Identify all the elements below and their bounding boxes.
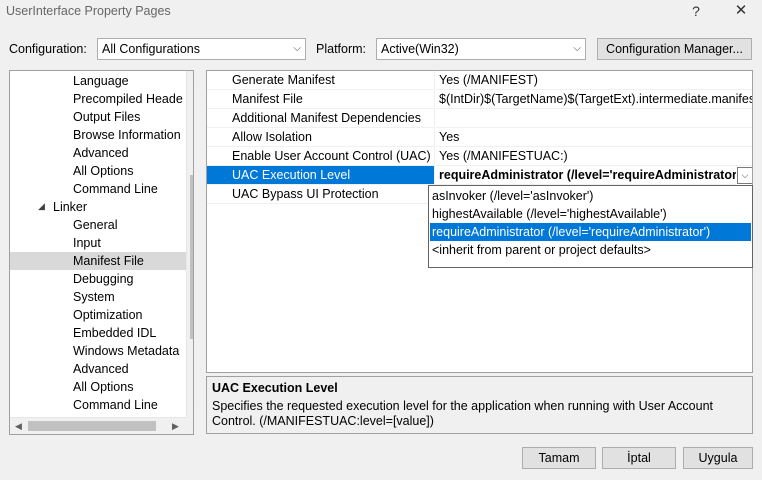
scroll-corner bbox=[186, 417, 193, 434]
configuration-manager-button[interactable]: Configuration Manager... bbox=[597, 38, 752, 60]
property-row[interactable]: Generate Manifest Yes (/MANIFEST) bbox=[207, 71, 752, 90]
tree-item[interactable]: All Options bbox=[73, 378, 133, 396]
property-name: Additional Manifest Dependencies bbox=[207, 109, 435, 128]
tree-item[interactable]: Precompiled Heade bbox=[73, 90, 183, 108]
property-row[interactable]: Allow Isolation Yes bbox=[207, 128, 752, 147]
tree-item[interactable]: System bbox=[73, 288, 115, 306]
property-name: Allow Isolation bbox=[207, 128, 435, 147]
title-bar: UserInterface Property Pages ? ✕ bbox=[0, 0, 762, 26]
expand-triangle-icon[interactable]: ◢ bbox=[38, 201, 45, 212]
property-row[interactable]: Manifest File $(IntDir)$(TargetName)$(Ta… bbox=[207, 90, 752, 109]
property-value[interactable] bbox=[436, 109, 752, 128]
description-title: UAC Execution Level bbox=[212, 381, 338, 395]
tree-item[interactable]: Input bbox=[73, 234, 101, 252]
tree-horizontal-scrollbar[interactable]: ◀ ▶ bbox=[10, 417, 186, 434]
platform-combo[interactable]: Active(Win32) ⌵ bbox=[376, 38, 586, 60]
configuration-label: Configuration: bbox=[9, 42, 87, 56]
property-value[interactable]: $(IntDir)$(TargetName)$(TargetExt).inter… bbox=[436, 90, 752, 109]
property-name: Enable User Account Control (UAC) bbox=[207, 147, 435, 166]
uac-level-dropdown[interactable]: asInvoker (/level='asInvoker') highestAv… bbox=[428, 185, 753, 268]
tree-scroll-thumb[interactable] bbox=[190, 175, 193, 339]
scroll-right-icon[interactable]: ▶ bbox=[167, 421, 184, 432]
property-value[interactable]: Yes bbox=[436, 128, 752, 147]
platform-value: Active(Win32) bbox=[381, 42, 459, 56]
tree-item[interactable]: Debugging bbox=[73, 270, 133, 288]
property-row-selected[interactable]: UAC Execution Level requireAdministrator… bbox=[207, 166, 752, 185]
tree-item[interactable]: Optimization bbox=[73, 306, 142, 324]
configuration-combo[interactable]: All Configurations ⌵ bbox=[97, 38, 306, 60]
dropdown-option-selected[interactable]: requireAdministrator (/level='requireAdm… bbox=[430, 223, 751, 241]
help-button[interactable]: ? bbox=[684, 0, 708, 24]
dropdown-option[interactable]: asInvoker (/level='asInvoker') bbox=[430, 187, 751, 205]
tree-item[interactable]: Language bbox=[73, 72, 129, 90]
tree-item-manifest-file[interactable]: Manifest File bbox=[10, 252, 186, 270]
tree-item[interactable]: Embedded IDL bbox=[73, 324, 156, 342]
tree-item[interactable]: Command Line bbox=[73, 180, 158, 198]
close-button[interactable]: ✕ bbox=[728, 0, 754, 24]
ok-button[interactable]: Tamam bbox=[522, 447, 596, 469]
scroll-left-icon[interactable]: ◀ bbox=[10, 421, 27, 432]
tree-hscroll-thumb[interactable] bbox=[28, 421, 156, 431]
tree-item[interactable]: All Options bbox=[73, 162, 133, 180]
property-name: UAC Bypass UI Protection bbox=[207, 185, 435, 204]
tree-item[interactable]: Command Line bbox=[73, 396, 158, 414]
window-title: UserInterface Property Pages bbox=[6, 4, 171, 18]
chevron-down-icon: ⌵ bbox=[293, 43, 301, 54]
tree-item[interactable]: General bbox=[73, 216, 117, 234]
chevron-down-icon[interactable]: ⌵ bbox=[737, 167, 752, 184]
description-text: Specifies the requested execution level … bbox=[212, 399, 713, 428]
tree-item[interactable]: Output Files bbox=[73, 108, 140, 126]
platform-label: Platform: bbox=[316, 42, 367, 56]
dropdown-option[interactable]: highestAvailable (/level='highestAvailab… bbox=[430, 205, 751, 223]
property-name: Generate Manifest bbox=[207, 71, 435, 90]
configuration-value: All Configurations bbox=[102, 42, 200, 56]
property-value[interactable]: Yes (/MANIFEST) bbox=[436, 71, 752, 90]
property-tree[interactable]: Language Precompiled Heade Output Files … bbox=[9, 70, 194, 435]
tree-item[interactable]: Browse Information bbox=[73, 126, 181, 144]
property-name: UAC Execution Level bbox=[207, 166, 435, 185]
property-value[interactable]: Yes (/MANIFESTUAC:) bbox=[436, 147, 752, 166]
property-name: Manifest File bbox=[207, 90, 435, 109]
property-row[interactable]: Enable User Account Control (UAC) Yes (/… bbox=[207, 147, 752, 166]
tree-item-linker[interactable]: Linker bbox=[53, 198, 87, 216]
scroll-down-icon[interactable]: ▼ bbox=[187, 403, 193, 413]
chevron-down-icon: ⌵ bbox=[573, 43, 581, 54]
property-row[interactable]: Additional Manifest Dependencies bbox=[207, 109, 752, 128]
tree-item[interactable]: Advanced bbox=[73, 144, 129, 162]
description-panel: UAC Execution Level Specifies the reques… bbox=[206, 376, 753, 434]
tree-item[interactable]: Windows Metadata bbox=[73, 342, 179, 360]
dropdown-option[interactable]: <inherit from parent or project defaults… bbox=[430, 241, 751, 259]
cancel-button[interactable]: İptal bbox=[602, 447, 676, 469]
uac-level-value[interactable]: requireAdministrator (/level='requireAdm… bbox=[436, 166, 736, 185]
tree-vertical-scrollbar[interactable]: ▲ ▼ bbox=[186, 71, 193, 417]
scroll-up-icon[interactable]: ▲ bbox=[187, 74, 193, 84]
tree-item[interactable]: Advanced bbox=[73, 360, 129, 378]
apply-button[interactable]: Uygula bbox=[683, 447, 753, 469]
